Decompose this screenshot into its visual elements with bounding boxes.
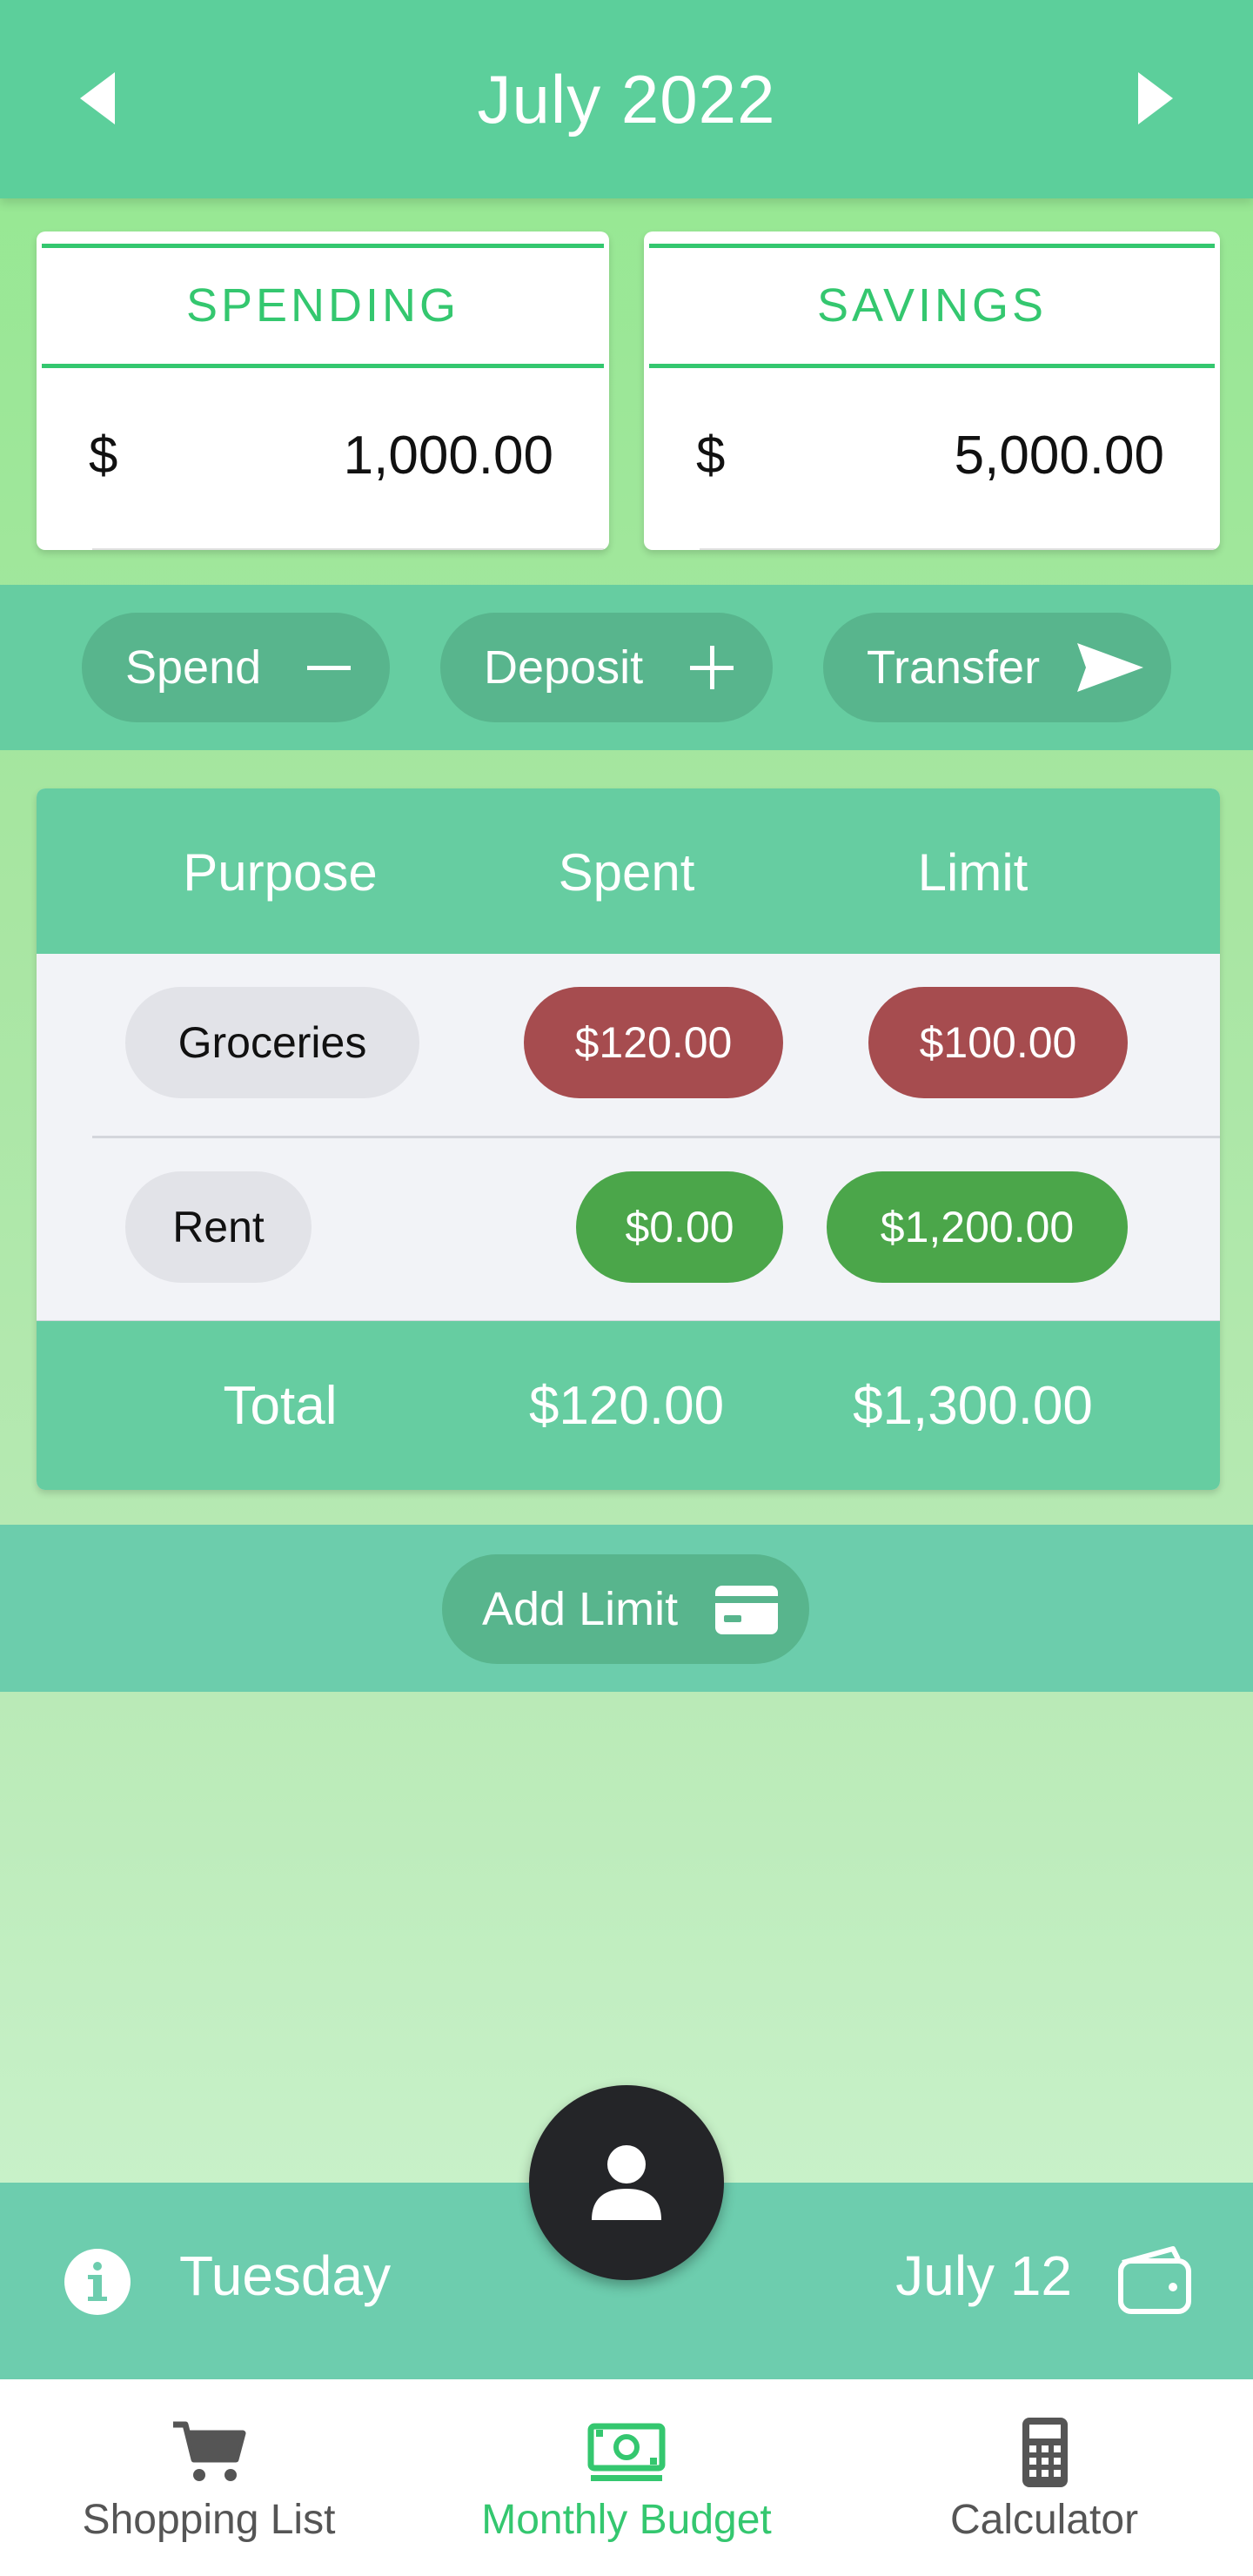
budget-table: Purpose Spent Limit Groceries $120.00 $1… bbox=[37, 788, 1220, 1490]
input-underline bbox=[92, 548, 604, 550]
credit-card-icon bbox=[715, 1586, 778, 1634]
header-purpose: Purpose bbox=[183, 843, 378, 902]
deposit-label: Deposit bbox=[484, 641, 644, 694]
nav-monthly-budget[interactable]: Monthly Budget bbox=[418, 2379, 835, 2576]
table-footer: Total $120.00 $1,300.00 bbox=[37, 1321, 1220, 1490]
savings-currency: $ bbox=[696, 426, 726, 484]
add-limit-label: Add Limit bbox=[482, 1583, 679, 1635]
spend-button[interactable]: Spend bbox=[82, 613, 390, 722]
add-limit-bar: Add Limit bbox=[0, 1525, 1253, 1692]
header-spent: Spent bbox=[558, 843, 695, 902]
action-bar: Spend Deposit Transfer bbox=[0, 585, 1253, 750]
add-limit-button[interactable]: Add Limit bbox=[442, 1554, 809, 1664]
card-divider bbox=[649, 364, 1215, 368]
money-icon bbox=[587, 2423, 666, 2481]
savings-card: SAVINGS $ 5,000.00 bbox=[644, 231, 1220, 550]
limit-chip[interactable]: $100.00 bbox=[868, 987, 1128, 1098]
user-icon bbox=[592, 2145, 661, 2220]
next-month-button[interactable] bbox=[1128, 68, 1180, 129]
nav-label: Calculator bbox=[949, 2497, 1139, 2543]
purpose-chip[interactable]: Groceries bbox=[125, 987, 419, 1098]
previous-month-button[interactable] bbox=[73, 68, 125, 129]
minus-icon bbox=[307, 666, 351, 670]
table-row[interactable]: Groceries $120.00 $100.00 bbox=[37, 954, 1220, 1138]
header-bar: July 2022 bbox=[0, 0, 1253, 198]
spend-label: Spend bbox=[125, 641, 262, 694]
total-spent: $120.00 bbox=[528, 1376, 725, 1436]
nav-shopping-list[interactable]: Shopping List bbox=[0, 2379, 418, 2576]
limit-chip[interactable]: $1,200.00 bbox=[827, 1171, 1128, 1283]
total-limit: $1,300.00 bbox=[853, 1376, 1093, 1436]
transfer-label: Transfer bbox=[867, 641, 1041, 694]
spending-label: SPENDING bbox=[185, 279, 460, 332]
purpose-chip[interactable]: Rent bbox=[125, 1171, 312, 1283]
info-icon[interactable] bbox=[64, 2249, 131, 2315]
month-title: July 2022 bbox=[477, 60, 776, 138]
header-limit: Limit bbox=[917, 843, 1029, 902]
spending-card: SPENDING $ 1,000.00 bbox=[37, 231, 609, 550]
card-top-line bbox=[649, 244, 1215, 248]
send-icon bbox=[1077, 643, 1143, 692]
transfer-button[interactable]: Transfer bbox=[823, 613, 1171, 722]
savings-label: SAVINGS bbox=[816, 279, 1048, 332]
date-label: July 12 bbox=[895, 2244, 1072, 2307]
nav-label: Monthly Budget bbox=[481, 2497, 772, 2543]
bottom-nav: Shopping List Monthly Budget Calculator bbox=[0, 2379, 1253, 2576]
spent-chip[interactable]: $0.00 bbox=[576, 1171, 783, 1283]
cart-icon bbox=[173, 2421, 246, 2481]
table-row[interactable]: Rent $0.00 $1,200.00 bbox=[37, 1138, 1220, 1323]
profile-fab[interactable] bbox=[529, 2085, 724, 2280]
savings-amount[interactable]: 5,000.00 bbox=[955, 425, 1164, 486]
caret-left-icon bbox=[80, 72, 115, 124]
deposit-button[interactable]: Deposit bbox=[440, 613, 773, 722]
total-label: Total bbox=[223, 1376, 338, 1436]
card-divider bbox=[42, 364, 604, 368]
nav-calculator[interactable]: Calculator bbox=[835, 2379, 1253, 2576]
day-label: Tuesday bbox=[179, 2244, 392, 2307]
spending-amount[interactable]: 1,000.00 bbox=[344, 425, 553, 486]
input-underline bbox=[700, 548, 1215, 550]
card-top-line bbox=[42, 244, 604, 248]
nav-label: Shopping List bbox=[82, 2497, 336, 2543]
spent-chip[interactable]: $120.00 bbox=[524, 987, 783, 1098]
table-header: Purpose Spent Limit bbox=[37, 788, 1220, 954]
spending-currency: $ bbox=[89, 426, 118, 484]
caret-right-icon bbox=[1138, 72, 1173, 124]
wallet-icon[interactable] bbox=[1117, 2245, 1192, 2315]
plus-icon bbox=[690, 646, 734, 689]
calculator-icon bbox=[1022, 2418, 1068, 2487]
